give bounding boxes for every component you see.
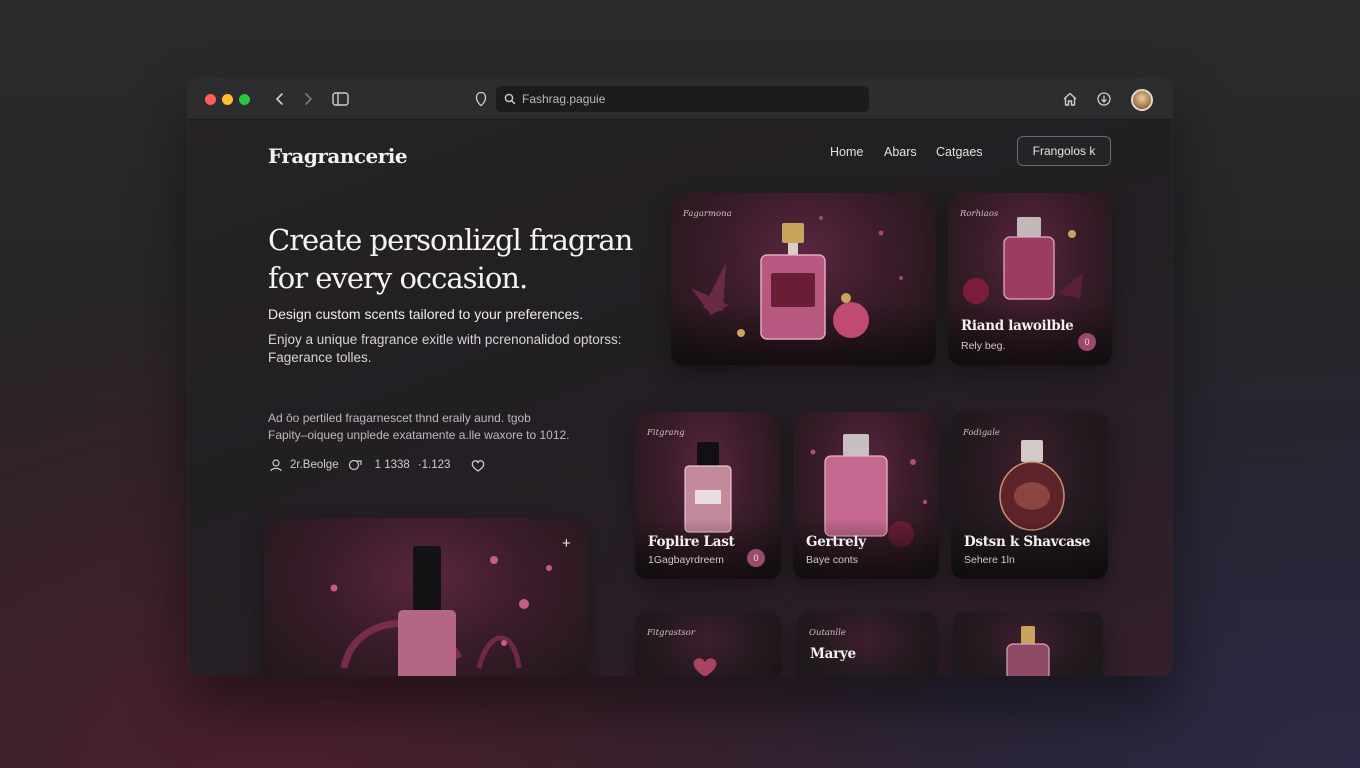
nav-cta-button[interactable]: Frangolos k xyxy=(1017,136,1111,166)
search-icon xyxy=(504,93,516,105)
page-content: Fragrancerie Home Abars Catgaes Frangolo… xyxy=(188,120,1172,676)
hero-stats: 2r.Beolge 1 1338 ·1.123 xyxy=(268,456,486,474)
hero-body: Enjoy a unique fragrance exitle with pcr… xyxy=(268,332,622,365)
address-bar[interactable]: Fashrag.paguie xyxy=(496,86,869,112)
stat-author: 2r.Beolge xyxy=(290,459,339,471)
heart-icon[interactable] xyxy=(470,457,486,473)
featured-card[interactable]: + xyxy=(264,518,589,676)
card-tag: Fitgrastsor xyxy=(647,628,695,638)
perfume-bottle-image xyxy=(330,546,552,676)
product-card[interactable]: Outanlle Marye xyxy=(797,612,937,676)
card-title: Dstsn k Shavcase xyxy=(964,534,1091,550)
stat-value: ·1.123 xyxy=(417,459,451,471)
nav-home[interactable]: Home xyxy=(830,145,863,159)
product-card[interactable]: Rorhiaos Riand lawoilble Rely beg. 0 xyxy=(948,193,1112,365)
card-subtitle: 1Gagbayrdreem xyxy=(648,554,724,566)
zoom-window-button[interactable] xyxy=(239,94,250,105)
user-icon[interactable] xyxy=(1131,89,1153,111)
card-title: Foplire Last xyxy=(648,534,735,550)
minimize-window-button[interactable] xyxy=(222,94,233,105)
share-icon xyxy=(347,457,363,473)
card-title: Marye xyxy=(810,646,856,662)
user-icon xyxy=(268,457,284,473)
browser-window: Fashrag.paguie Fragrancerie Home Abars C… xyxy=(188,78,1172,676)
perfume-bottle-image xyxy=(1006,626,1050,676)
card-subtitle: Baye conts xyxy=(806,554,858,566)
home-icon[interactable] xyxy=(1060,89,1080,109)
card-tag: Outanlle xyxy=(809,628,846,638)
perfume-bottle-image xyxy=(691,216,903,340)
product-card[interactable]: Fagarmona xyxy=(671,193,936,365)
download-icon[interactable] xyxy=(1094,89,1114,109)
nav-abars[interactable]: Abars xyxy=(884,145,917,159)
hero-title: Create personlizgl fragran for every occ… xyxy=(268,223,633,295)
card-title: Gertrely xyxy=(806,534,866,550)
card-badge[interactable]: 0 xyxy=(747,549,765,567)
heart-icon xyxy=(690,656,720,676)
card-subtitle: Rely beg. xyxy=(961,340,1006,352)
sidebar-icon[interactable] xyxy=(330,89,350,109)
card-title: Riand lawoilble xyxy=(961,318,1074,334)
hero-subtitle: Design custom scents tailored to your pr… xyxy=(268,306,584,322)
browser-toolbar: Fashrag.paguie xyxy=(188,78,1172,120)
hero-meta: Ad ǒo pertiled fragarnescet thnd eraily … xyxy=(268,411,570,442)
card-subtitle: Sehere 1ln xyxy=(964,554,1015,566)
product-card[interactable]: Gertrely Baye conts xyxy=(793,412,939,579)
close-window-button[interactable] xyxy=(205,94,216,105)
nav-categories[interactable]: Catgaes xyxy=(936,145,983,159)
brand-logo[interactable]: Fragrancerie xyxy=(268,144,408,168)
product-card[interactable]: Fodigale Dstsn k Shavcase Sehere 1ln xyxy=(951,412,1108,579)
stat-count: 1 1338 xyxy=(374,459,410,471)
privacy-icon[interactable] xyxy=(471,89,491,109)
plus-icon[interactable]: + xyxy=(562,536,571,551)
address-text: Fashrag.paguie xyxy=(522,92,606,106)
back-icon[interactable] xyxy=(270,89,290,109)
product-card[interactable]: Fitgrastsor xyxy=(635,612,781,676)
forward-icon[interactable] xyxy=(298,89,318,109)
product-card[interactable]: Fitgrang Foplire Last 1Gagbayrdreem 0 xyxy=(635,412,781,579)
card-badge[interactable]: 0 xyxy=(1078,333,1096,351)
product-card[interactable] xyxy=(953,612,1103,676)
